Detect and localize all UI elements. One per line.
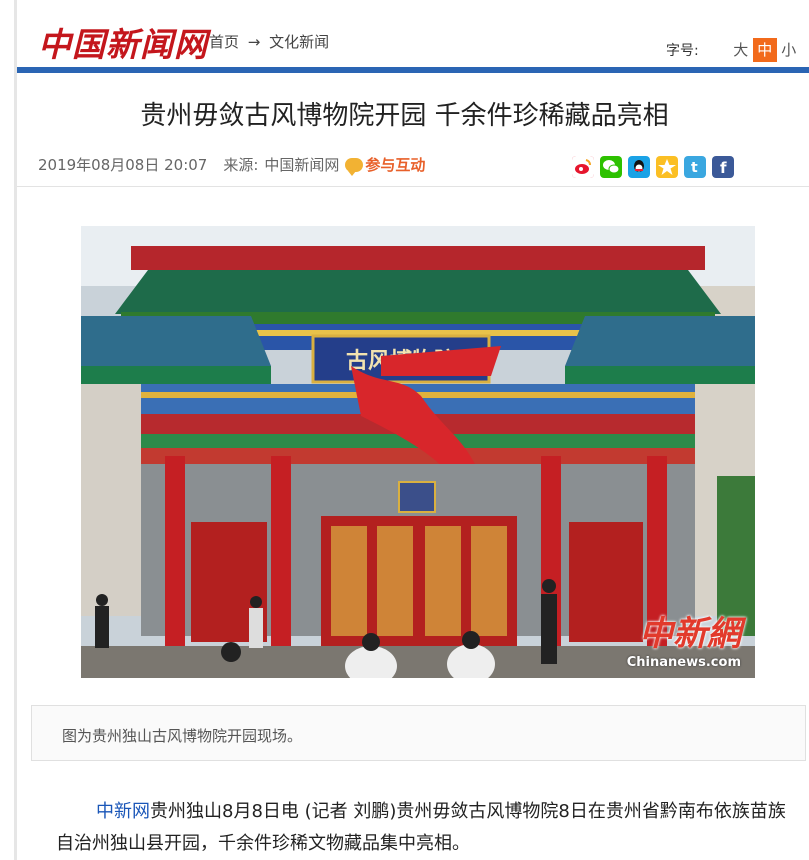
wechat-icon[interactable] bbox=[600, 156, 622, 178]
interact-label: 参与互动 bbox=[365, 156, 426, 174]
photo-watermark: 中新網 Chinanews.com bbox=[627, 606, 741, 670]
article-meta: 2019年08月08日 20:07 来源: 中国新闻网 参与互动 bbox=[38, 154, 426, 176]
weibo-icon[interactable] bbox=[572, 156, 594, 178]
font-size-large-button[interactable]: 大 bbox=[729, 38, 753, 62]
qzone-icon[interactable] bbox=[656, 156, 678, 178]
site-header: 中国新闻网 首页 → 文化新闻 字号: 大 中 小 bbox=[0, 0, 809, 74]
photo-caption: 图为贵州独山古风博物院开园现场。 bbox=[31, 705, 806, 761]
breadcrumb: 首页 → 文化新闻 bbox=[209, 31, 329, 52]
lead-source-link[interactable]: 中新网 bbox=[96, 801, 150, 822]
article-photo: 古风博物院 bbox=[81, 226, 755, 678]
watermark-logo: 中新網 bbox=[639, 614, 741, 654]
font-size-small-button[interactable]: 小 bbox=[777, 38, 801, 62]
breadcrumb-culture-news[interactable]: 文化新闻 bbox=[269, 33, 329, 51]
article-datetime: 2019年08月08日 20:07 bbox=[38, 156, 208, 174]
watermark-url: Chinanews.com bbox=[626, 655, 741, 670]
header-divider-bar bbox=[17, 67, 809, 73]
comment-bubble-icon bbox=[345, 157, 364, 176]
paragraph-text: 贵州独山8月8日电 (记者 刘鹏)贵州毋敛古风博物院8日在贵州省黔南布依族苗族自… bbox=[56, 801, 786, 854]
meta-divider bbox=[17, 186, 809, 187]
font-size-switcher: 字号: 大 中 小 bbox=[666, 38, 801, 62]
facebook-icon[interactable]: f bbox=[712, 156, 734, 178]
article-title: 贵州毋敛古风博物院开园 千余件珍稀藏品亮相 bbox=[140, 101, 669, 131]
source-name: 中国新闻网 bbox=[264, 156, 340, 174]
font-size-medium-button[interactable]: 中 bbox=[752, 38, 777, 62]
tencent-weibo-icon[interactable]: t bbox=[684, 156, 706, 178]
site-logo[interactable]: 中国新闻网 bbox=[38, 18, 208, 66]
breadcrumb-arrow-icon: → bbox=[247, 33, 261, 51]
interact-link[interactable]: 参与互动 bbox=[345, 154, 426, 176]
font-size-label: 字号: bbox=[666, 43, 699, 59]
source-label: 来源: bbox=[223, 156, 259, 174]
qq-icon[interactable] bbox=[628, 156, 650, 178]
svg-text:t: t bbox=[691, 160, 698, 176]
article-paragraph: 中新网贵州独山8月8日电 (记者 刘鹏)贵州毋敛古风博物院8日在贵州省黔南布依族… bbox=[56, 796, 786, 860]
svg-text:f: f bbox=[720, 159, 727, 177]
share-bar: t f bbox=[572, 156, 740, 178]
breadcrumb-home[interactable]: 首页 bbox=[209, 33, 239, 51]
